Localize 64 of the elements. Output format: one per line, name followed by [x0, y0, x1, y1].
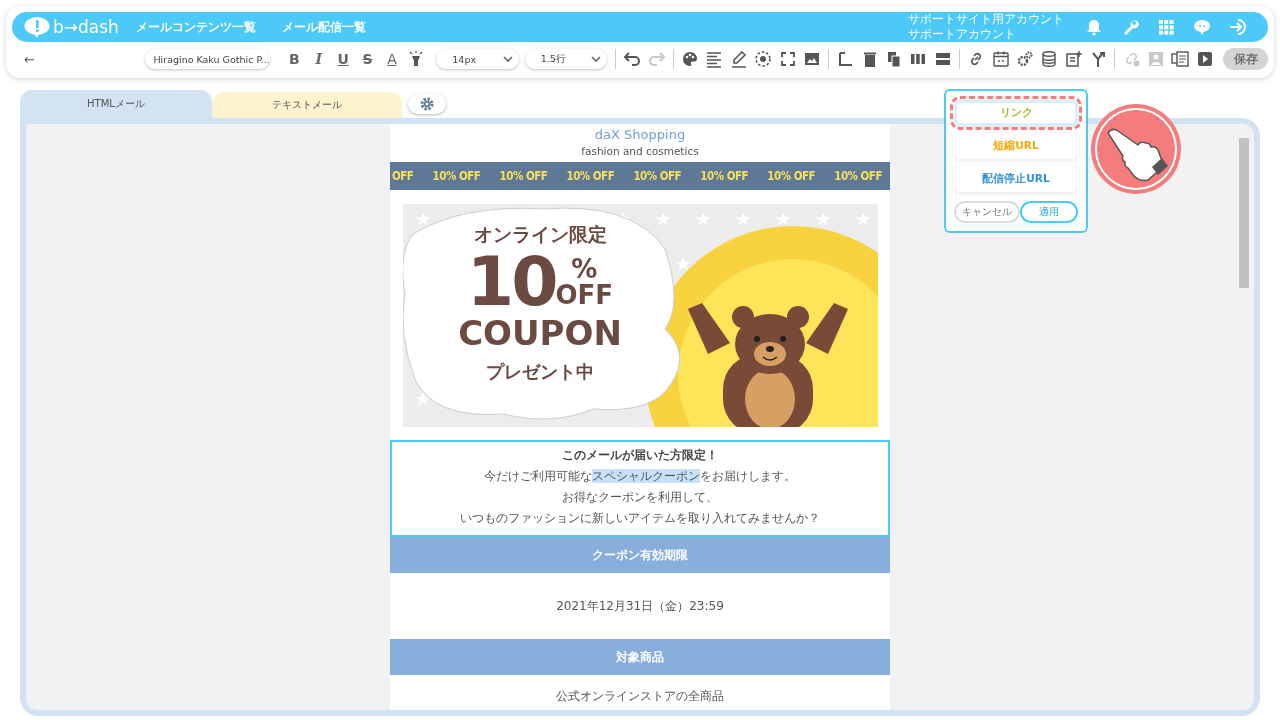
undo-icon[interactable]: [623, 50, 642, 68]
banner-caption: オンライン限定: [473, 222, 607, 247]
back-arrow[interactable]: ←: [24, 51, 46, 67]
line-height-select[interactable]: 1.5行: [524, 49, 608, 69]
pen-icon[interactable]: [729, 50, 748, 68]
account-user-name: サポートアカウント: [908, 27, 1017, 42]
database-icon[interactable]: [1040, 50, 1059, 68]
settings-button[interactable]: [408, 94, 446, 114]
discount-label: 10% OFF: [767, 169, 816, 183]
image-icon[interactable]: [802, 50, 821, 68]
message-line: 今だけご利用可能なスペシャルクーポンをお届けします。: [483, 468, 797, 485]
caret-icon[interactable]: [502, 55, 513, 63]
message-line: お得なクーポンを利用して、: [561, 489, 719, 506]
format-button[interactable]: B: [282, 51, 307, 67]
calendar-icon[interactable]: [991, 50, 1010, 68]
expand-icon[interactable]: [778, 50, 797, 68]
font-select[interactable]: Hiragino Kaku Gothic P...: [145, 49, 271, 69]
shop-title: daX Shopping: [593, 126, 687, 142]
discount-label: 10% OFF: [566, 169, 615, 183]
section-text: 2021年12月31日（金）23:59: [556, 597, 724, 615]
gears-icon[interactable]: [1016, 50, 1034, 68]
banner-headline: COUPON: [458, 316, 622, 350]
account-site-name: サポートサイト用アカウント: [908, 12, 1064, 27]
percent-sign: %: [570, 256, 599, 282]
target-icon[interactable]: [754, 50, 773, 68]
banner-caption: プレゼント中: [486, 360, 594, 384]
discount-label: 10% OFF: [432, 169, 481, 183]
discount-label: 10% OFF: [834, 169, 882, 183]
font-size-select[interactable]: 14px: [436, 49, 519, 69]
format-button[interactable]: I: [306, 51, 331, 67]
cancel-button[interactable]: キャンセル: [954, 201, 1020, 223]
link-type-option[interactable]: 配信停止URL: [954, 166, 1078, 192]
message-block[interactable]: このメールが届いた方限定！ 今だけご利用可能なスペシャルクーポンをお届けします。 お得なクーポンを利用して、 いつものファッションに新しいアイテムを取り入れてみませんか？: [390, 440, 890, 537]
format-button[interactable]: A: [379, 51, 405, 67]
banner-off-text: OFF: [555, 282, 614, 308]
discount-label: 10% OFF: [633, 169, 682, 183]
align-icon[interactable]: [705, 50, 724, 68]
editor-tab[interactable]: HTMLメール: [20, 90, 212, 118]
corner-icon[interactable]: [836, 50, 855, 68]
play-icon[interactable]: [1195, 50, 1214, 68]
discount-label: 10% OFF: [700, 169, 749, 183]
section-heading: クーポン有効期限: [390, 537, 890, 573]
logo-bubble-icon: [24, 16, 50, 38]
logo-text: b→dash: [53, 17, 119, 37]
section-text: 公式オンラインストアの全商品: [556, 689, 724, 704]
cards-icon[interactable]: [1171, 50, 1190, 68]
shop-tagline: fashion and cosmetics: [580, 145, 700, 157]
section-heading: 対象商品: [390, 639, 890, 675]
branch-icon[interactable]: [1089, 50, 1108, 68]
rows-icon[interactable]: [933, 50, 952, 68]
editor-tab[interactable]: テキストメール: [212, 92, 402, 118]
format-button[interactable]: S: [355, 51, 380, 67]
message-line: いつものファッションに新しいアイテムを取り入れてみませんか？: [459, 510, 821, 527]
caret-icon[interactable]: [591, 55, 602, 63]
discount-label: 10% OFF: [499, 169, 548, 183]
message-heading: このメールが届いた方限定！: [561, 447, 719, 464]
settings-icon: [418, 95, 436, 113]
discount-label: OFF: [392, 169, 414, 183]
format-button[interactable]: U: [330, 51, 356, 67]
banner-number: 10: [466, 248, 556, 316]
scrollbar[interactable]: [1237, 124, 1251, 710]
apply-button[interactable]: 適用: [1020, 201, 1078, 223]
document-plus-icon[interactable]: [1064, 50, 1083, 68]
palette-icon[interactable]: [681, 50, 699, 68]
